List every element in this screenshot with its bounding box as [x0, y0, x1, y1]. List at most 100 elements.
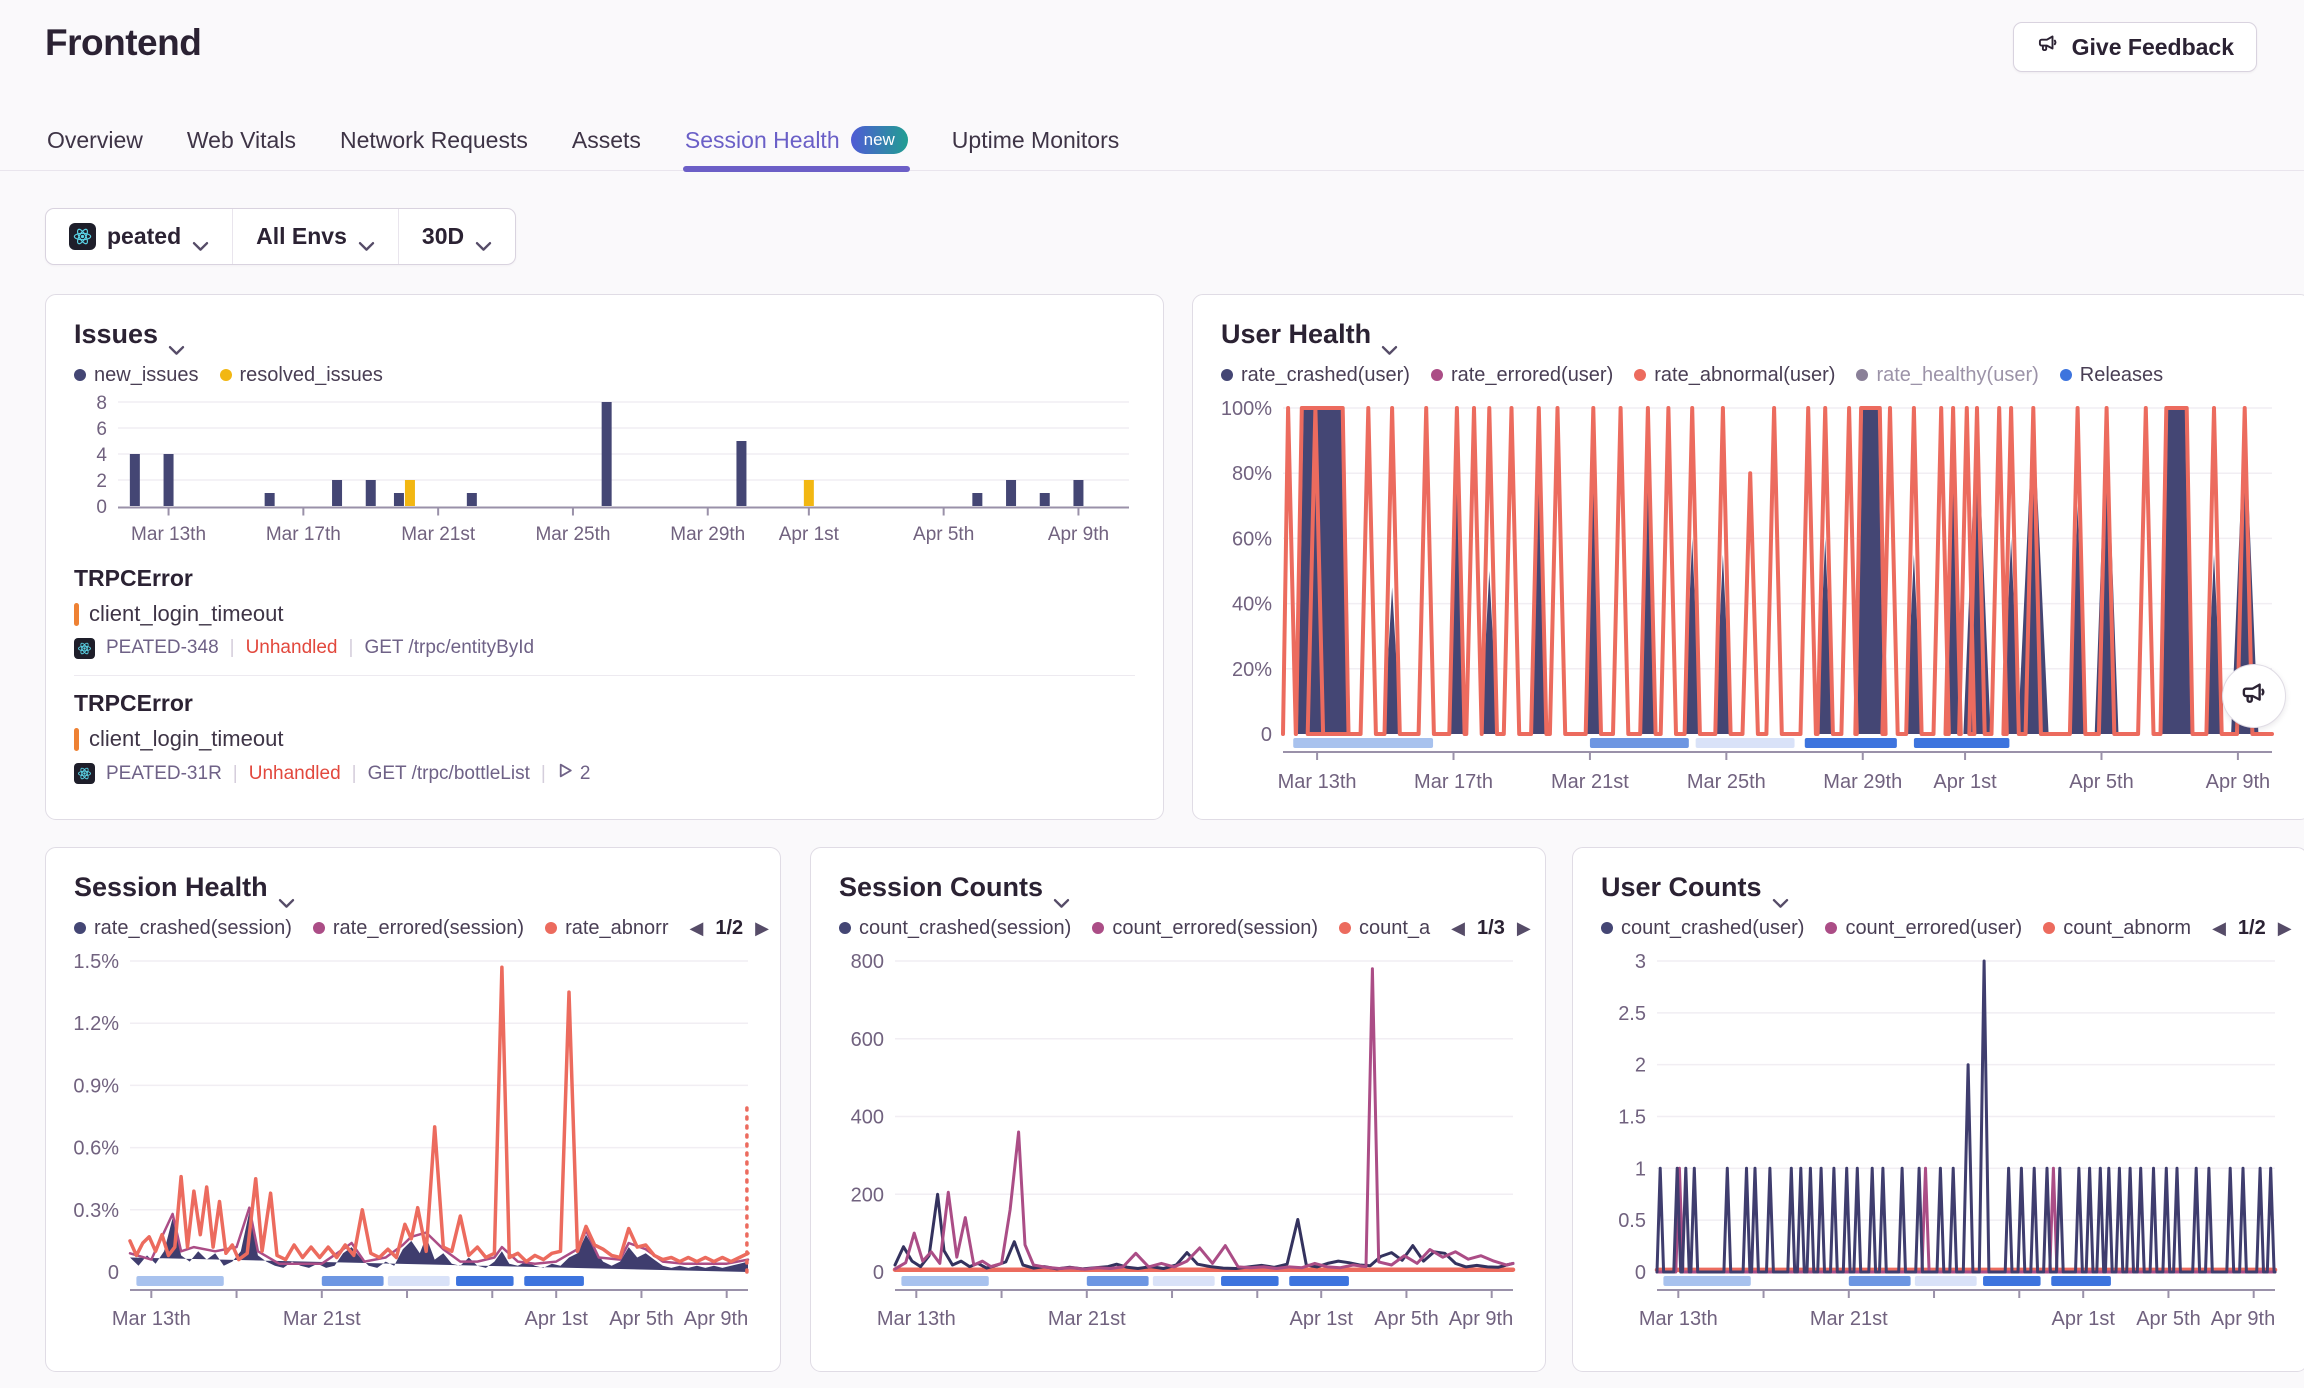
issues-panel-title[interactable]: Issues — [74, 319, 1135, 350]
user-health-legend: rate_crashed(user) rate_errored(user) rate… — [1221, 362, 2282, 388]
legend-label: Releases — [2080, 364, 2163, 387]
chevron-down-icon — [192, 231, 209, 242]
legend-label: new_issues — [94, 364, 199, 387]
pager-prev-icon[interactable]: ◀ — [1451, 918, 1465, 939]
react-platform-icon — [74, 638, 95, 659]
legend-item-resolved-issues[interactable]: resolved_issues — [220, 364, 383, 387]
tab-session-health[interactable]: Session Healthnew — [683, 126, 910, 171]
legend-item-count-errored-session-[interactable]: count_errored(session) — [1092, 917, 1318, 940]
svg-text:Apr 9th: Apr 9th — [1048, 524, 1109, 545]
legend-dot — [1221, 369, 1233, 381]
issue-short-id: PEATED-31R — [106, 763, 222, 785]
pager-count: 1/3 — [1477, 917, 1505, 940]
issues-list: TRPCErrorclient_login_timeoutPEATED-348|… — [74, 551, 1135, 801]
svg-text:Apr 5th: Apr 5th — [913, 524, 974, 545]
svg-text:0.3%: 0.3% — [74, 1200, 119, 1222]
pager-next-icon[interactable]: ▶ — [1517, 918, 1531, 939]
pager-prev-icon[interactable]: ◀ — [2212, 918, 2226, 939]
legend-item-rate-errored-user-[interactable]: rate_errored(user) — [1431, 364, 1613, 387]
legend-item-releases[interactable]: Releases — [2060, 364, 2163, 387]
svg-text:3: 3 — [1635, 951, 1646, 973]
tab-overview[interactable]: Overview — [45, 126, 145, 171]
svg-text:1.2%: 1.2% — [74, 1013, 119, 1035]
legend-dot — [545, 922, 557, 934]
svg-text:20%: 20% — [1232, 659, 1272, 681]
session-counts-panel-title[interactable]: Session Counts — [839, 872, 1517, 903]
legend-label: rate_abnorr — [565, 917, 668, 940]
play-icon — [557, 762, 574, 785]
panel-title-text: Issues — [74, 319, 158, 350]
legend-item-rate-abnormal-user-[interactable]: rate_abnormal(user) — [1634, 364, 1835, 387]
legend-item-count-errored-user-[interactable]: count_errored(user) — [1825, 917, 2022, 940]
svg-text:Mar 21st: Mar 21st — [1048, 1308, 1126, 1330]
tab-label: Uptime Monitors — [952, 127, 1119, 154]
tab-uptime-monitors[interactable]: Uptime Monitors — [950, 126, 1121, 171]
tabs-nav: Overview Web Vitals Network Requests Assets… — [45, 126, 1121, 171]
svg-text:Mar 17th: Mar 17th — [1414, 771, 1493, 793]
issues-legend: new_issues resolved_issues — [74, 362, 1135, 388]
pager-next-icon[interactable]: ▶ — [2278, 918, 2292, 939]
legend-item-count-abnorm[interactable]: count_abnorm — [2043, 917, 2191, 940]
legend-item-rate-crashed-user-[interactable]: rate_crashed(user) — [1221, 364, 1410, 387]
svg-text:100%: 100% — [1221, 398, 1272, 420]
react-platform-icon — [74, 763, 95, 784]
issue-type[interactable]: TRPCError — [74, 565, 1135, 592]
svg-text:Mar 13th: Mar 13th — [877, 1308, 956, 1330]
issue-type[interactable]: TRPCError — [74, 690, 1135, 717]
svg-text:Apr 9th: Apr 9th — [2211, 1308, 2275, 1330]
user-health-panel-title[interactable]: User Health — [1221, 319, 2282, 350]
svg-text:Apr 1st: Apr 1st — [525, 1308, 589, 1330]
feedback-fab-button[interactable] — [2222, 664, 2286, 728]
filter-bar: peated All Envs 30D — [45, 208, 516, 265]
legend-item-count-crashed-user-[interactable]: count_crashed(user) — [1601, 917, 1804, 940]
panel-title-text: Session Health — [74, 872, 268, 903]
tab-network-requests[interactable]: Network Requests — [338, 126, 530, 171]
unhandled-tag: Unhandled — [246, 637, 338, 659]
legend-dot — [2060, 369, 2072, 381]
legend-item-rate-crashed-session-[interactable]: rate_crashed(session) — [74, 917, 292, 940]
pager-count: 1/2 — [2238, 917, 2266, 940]
issue-row[interactable]: TRPCErrorclient_login_timeoutPEATED-348|… — [74, 551, 1135, 675]
tab-label: Overview — [47, 127, 143, 154]
panel-title-text: User Counts — [1601, 872, 1762, 903]
svg-text:Mar 25th: Mar 25th — [1687, 771, 1766, 793]
legend-label: rate_errored(session) — [333, 917, 524, 940]
legend-item-count-a[interactable]: count_a — [1339, 917, 1430, 940]
legend-pager: ◀ 1/2 ▶ — [2212, 917, 2292, 940]
svg-text:Mar 25th: Mar 25th — [535, 524, 610, 545]
chevron-down-icon — [278, 885, 294, 895]
tab-web-vitals[interactable]: Web Vitals — [185, 126, 298, 171]
legend-pager: ◀1/2▶ — [689, 917, 769, 940]
session-health-legend: rate_crashed(session) rate_errored(sessio… — [74, 915, 752, 941]
tab-bar: Overview Web Vitals Network Requests Assets… — [0, 0, 2304, 171]
legend-item-rate-healthy-user-[interactable]: rate_healthy(user) — [1856, 364, 2038, 387]
pager-next-icon[interactable]: ▶ — [755, 918, 769, 939]
issue-row[interactable]: TRPCErrorclient_login_timeoutPEATED-31R|… — [74, 675, 1135, 801]
user-counts-panel-title[interactable]: User Counts — [1601, 872, 2279, 903]
legend-dot — [1825, 922, 1837, 934]
legend-label: count_errored(session) — [1112, 917, 1318, 940]
legend-label: count_a — [1359, 917, 1430, 940]
pager-prev-icon[interactable]: ◀ — [689, 918, 703, 939]
separator: | — [352, 763, 357, 785]
svg-text:4: 4 — [96, 445, 107, 466]
period-filter[interactable]: 30D — [398, 209, 515, 264]
svg-text:2: 2 — [1635, 1055, 1646, 1077]
legend-item-rate-abnorr[interactable]: rate_abnorr — [545, 917, 668, 940]
tab-assets[interactable]: Assets — [570, 126, 643, 171]
svg-text:200: 200 — [851, 1184, 884, 1206]
svg-text:Mar 29th: Mar 29th — [670, 524, 745, 545]
svg-text:Mar 13th: Mar 13th — [131, 524, 206, 545]
legend-item-rate-errored-session-[interactable]: rate_errored(session) — [313, 917, 524, 940]
session-health-panel-title[interactable]: Session Health — [74, 872, 752, 903]
legend-item-count-crashed-session-[interactable]: count_crashed(session) — [839, 917, 1071, 940]
legend-item-new-issues[interactable]: new_issues — [74, 364, 199, 387]
replay-count[interactable]: 2 — [557, 762, 591, 785]
unhandled-tag: Unhandled — [249, 763, 341, 785]
svg-text:0.9%: 0.9% — [74, 1075, 119, 1097]
project-filter[interactable]: peated — [46, 209, 232, 264]
issue-endpoint: GET /trpc/bottleList — [368, 763, 530, 785]
env-filter[interactable]: All Envs — [232, 209, 398, 264]
chevron-down-icon — [1772, 885, 1788, 895]
chevron-down-icon — [168, 332, 184, 342]
